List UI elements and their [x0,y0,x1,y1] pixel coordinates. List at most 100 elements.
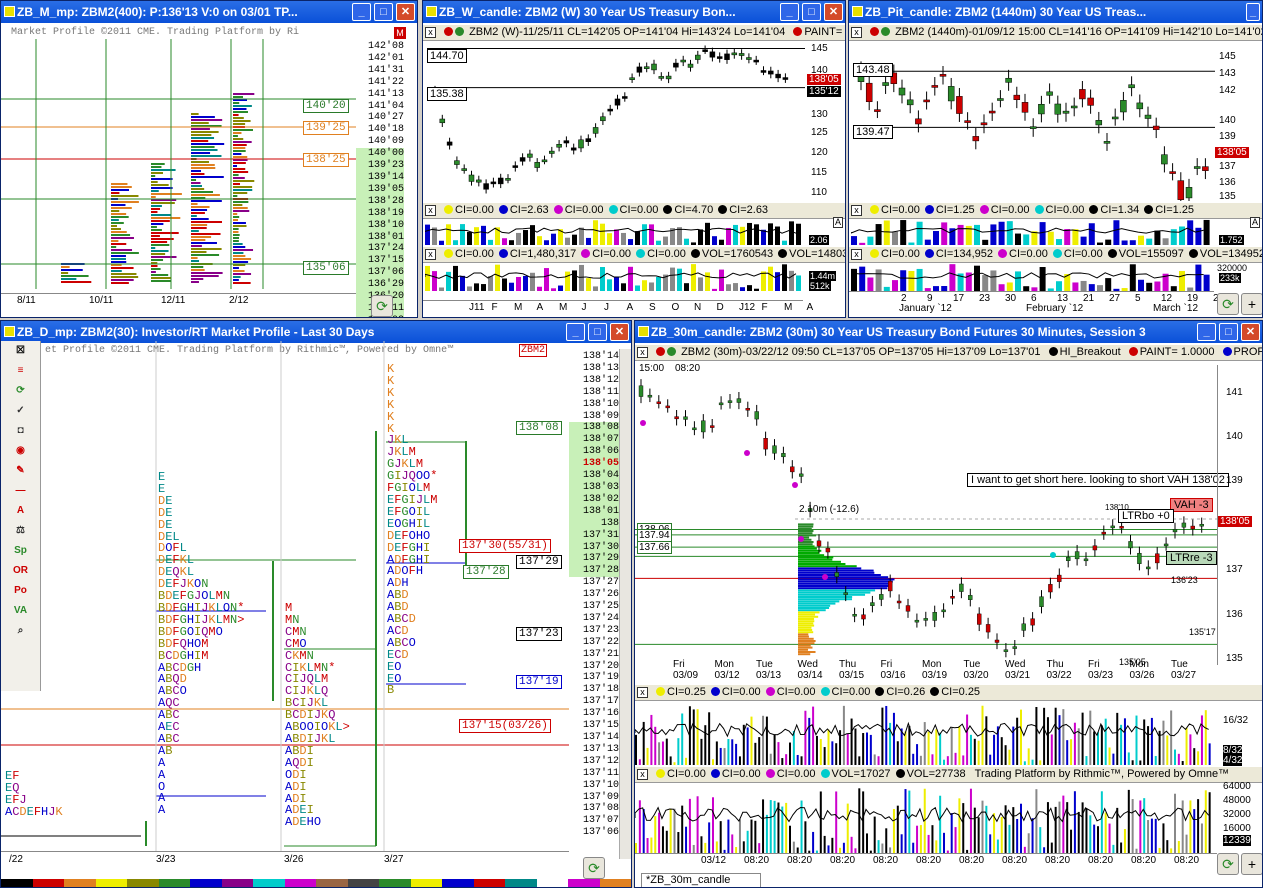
minimize-button[interactable]: _ [352,3,371,21]
close-button[interactable]: ✕ [824,3,843,21]
window-d-mp-titlebar[interactable]: ZB_D_mp: ZBM2(30): Investor/RT Market Pr… [1,321,631,343]
color-swatch[interactable] [316,879,348,887]
window-d-mp[interactable]: ZB_D_mp: ZBM2(30): Investor/RT Market Pr… [0,320,632,888]
minimize-button[interactable]: _ [566,323,585,341]
window-30m-candle[interactable]: ZB_30m_candle: ZBM2 (30m) 30 Year US Tre… [634,320,1263,888]
color-swatch[interactable] [410,879,442,887]
maximize-button[interactable]: □ [1219,323,1238,341]
candle [1021,623,1026,631]
candle [738,53,745,56]
color-swatch[interactable] [379,879,411,887]
histogram-bar [758,843,761,853]
price-level: 137'07 [582,815,619,827]
candle [512,165,519,168]
close-panel-icon[interactable]: x [851,249,862,260]
minimize-button[interactable]: _ [780,3,799,21]
close-panel-icon[interactable]: x [851,205,862,216]
close-button[interactable]: ✕ [396,3,415,21]
tpo-bar [191,167,216,169]
series-dot-icon [656,687,665,696]
window-w-candle[interactable]: ZB_W_candle: ZBM2 (W) 30 Year US Treasur… [422,0,846,318]
series-dot-icon [498,249,508,258]
price-level: 138 [569,517,619,530]
color-swatch[interactable] [221,879,253,887]
color-swatch[interactable] [95,879,127,887]
level-label-b: 137'30(55/31) [459,539,551,553]
close-panel-icon[interactable]: x [637,687,648,698]
refresh-icon[interactable]: ⟳ [1217,853,1239,875]
candle [843,592,848,595]
minimize-button[interactable]: _ [1246,3,1260,21]
color-swatch[interactable] [32,879,64,887]
window-pit-candle-titlebar[interactable]: ZB_Pit_candle: ZBM2 (1440m) 30 Year US T… [849,1,1262,23]
histogram-bar [923,722,926,765]
close-button[interactable]: ✕ [610,323,629,341]
autoscale-button[interactable]: A [1250,217,1260,228]
scrollbar[interactable] [619,349,631,859]
close-panel-icon[interactable]: x [425,205,436,216]
histogram-bar [969,734,972,765]
histogram-bar [1104,718,1107,765]
color-swatch[interactable] [284,879,316,887]
candle [585,138,592,142]
close-panel-icon[interactable]: x [425,27,436,38]
color-swatch[interactable] [158,879,190,887]
candle [600,116,606,122]
tpo-bar [191,146,215,148]
candle [1095,120,1103,126]
window-m-mp-titlebar[interactable]: ZB_M_mp: ZBM2(400): P:136'13 V:0 on 03/0… [1,1,417,23]
x-tick: 08:20 [744,855,770,866]
minimize-button[interactable]: _ [1197,323,1216,341]
color-swatch[interactable] [536,879,568,887]
color-swatch[interactable] [568,879,600,887]
candle [727,400,733,403]
tpo-bar [151,217,181,219]
window-m-mp[interactable]: ZB_M_mp: ZBM2(400): P:136'13 V:0 on 03/0… [0,0,418,318]
window-w-candle-titlebar[interactable]: ZB_W_candle: ZBM2 (W) 30 Year US Treasur… [423,1,845,23]
color-swatch[interactable] [599,879,631,887]
tpo-row: K [387,385,395,400]
close-panel-icon[interactable]: x [637,769,648,780]
color-swatch[interactable] [64,879,96,887]
close-button[interactable]: ✕ [1241,323,1260,341]
chart-info: ZBM2 (1440m)-01/09/12 15:00 CL=141'16 OP… [895,26,1262,38]
tpo-bar [233,189,253,191]
histogram-bar [712,759,714,765]
color-swatch[interactable] [253,879,285,887]
refresh-icon[interactable]: ⟳ [583,857,605,879]
taskbar-tab[interactable]: *ZB_30m_candle [641,873,761,887]
autoscale-button[interactable]: A [833,217,843,228]
maximize-button[interactable]: □ [588,323,607,341]
maximize-button[interactable]: □ [802,3,821,21]
close-panel-icon[interactable]: x [637,347,648,358]
color-swatch[interactable] [127,879,159,887]
candle [972,136,980,142]
color-swatch[interactable] [190,879,222,887]
color-swatch[interactable] [505,879,537,887]
tpo-bar [151,241,168,243]
histogram-bar [851,236,857,245]
close-panel-icon[interactable]: x [851,27,862,38]
window-30m-candle-titlebar[interactable]: ZB_30m_candle: ZBM2 (30m) 30 Year US Tre… [635,321,1262,343]
histogram-bar [1039,827,1042,853]
refresh-icon[interactable]: ⟳ [371,295,393,317]
add-icon[interactable]: + [1241,853,1262,875]
add-icon[interactable]: + [1241,293,1262,315]
tpo-bar [151,187,173,189]
maximize-button[interactable]: □ [374,3,393,21]
histogram-bar [677,268,682,291]
refresh-icon[interactable]: ⟳ [1217,293,1239,315]
color-swatch[interactable] [1,879,33,887]
color-swatch[interactable] [473,879,505,887]
close-panel-icon[interactable]: x [425,249,436,260]
price-level: 138'28 [356,195,404,208]
color-swatch[interactable] [442,879,474,887]
tpo-bar [191,128,210,130]
window-pit-candle[interactable]: ZB_Pit_candle: ZBM2 (1440m) 30 Year US T… [848,0,1263,318]
series-label: CI=0.00 [1045,204,1085,216]
histogram-bar [685,826,688,853]
color-swatch[interactable] [347,879,379,887]
histogram-bar [958,798,961,853]
signal-dot [744,450,750,456]
candle [1070,105,1078,109]
